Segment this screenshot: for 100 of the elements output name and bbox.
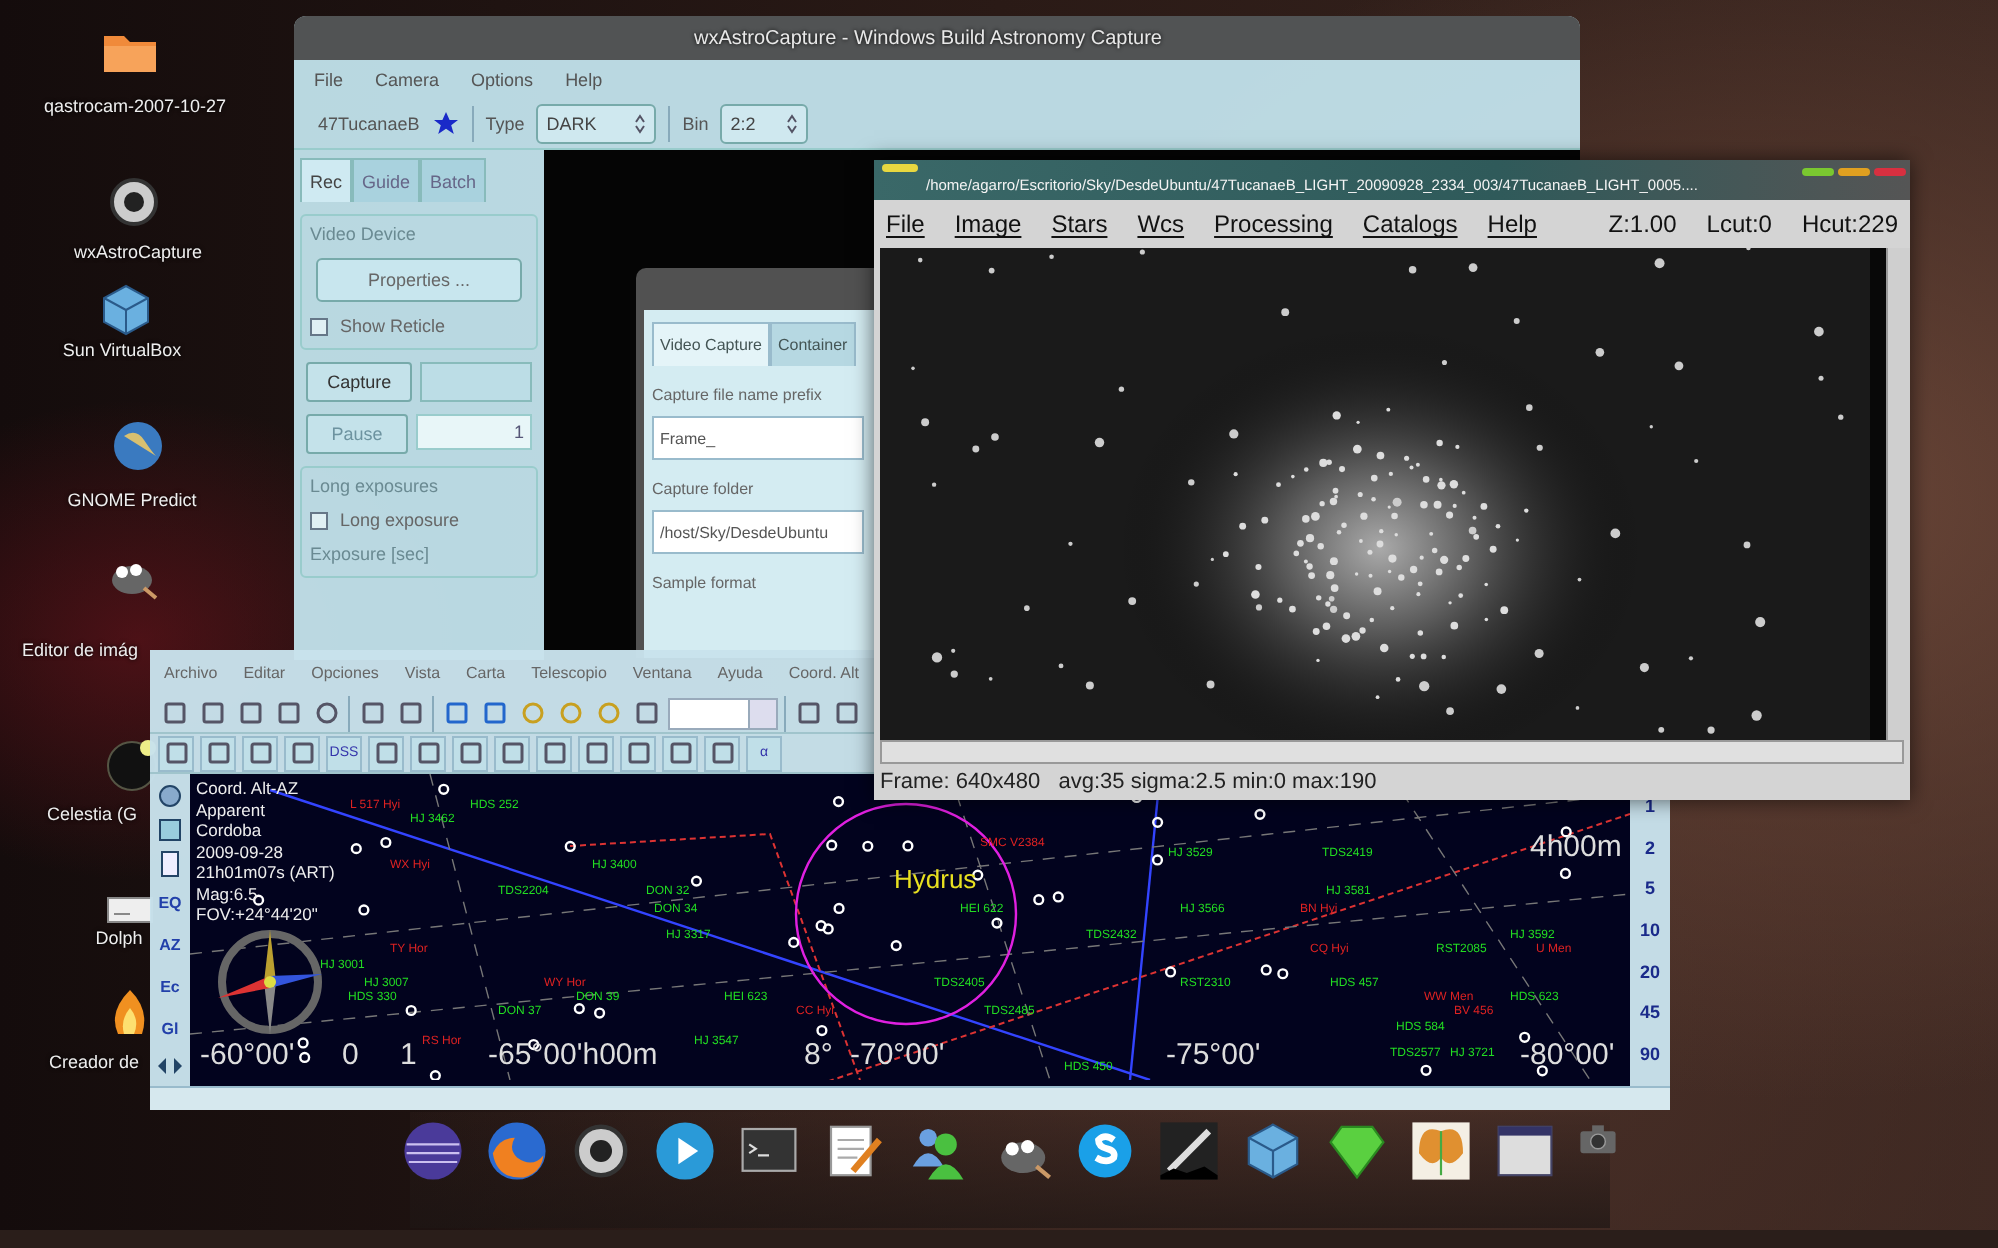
vertical-scrollbar[interactable] bbox=[1886, 248, 1910, 740]
fov-scale-button[interactable]: 5 bbox=[1644, 878, 1655, 899]
grid-label: -65°00'h00m bbox=[488, 1040, 658, 1070]
object-name: 47TucanaeB bbox=[318, 114, 420, 134]
checkbox-label: Long exposure bbox=[340, 510, 460, 530]
side-tool-button[interactable]: EQ bbox=[152, 884, 188, 920]
bin-spinner[interactable]: 2:2 bbox=[720, 104, 809, 144]
lcut-readout: Lcut:0 bbox=[1706, 210, 1772, 238]
capture-button[interactable]: Capture bbox=[306, 362, 413, 402]
side-tool-button[interactable]: Ec bbox=[152, 968, 188, 1004]
checkbox[interactable] bbox=[310, 511, 328, 529]
arrows-icon[interactable] bbox=[156, 1052, 184, 1080]
group-title: Long exposures bbox=[310, 476, 441, 496]
properties-button[interactable]: Properties ... bbox=[316, 258, 522, 302]
menu-item[interactable]: Stars bbox=[1051, 210, 1108, 238]
menu-item[interactable]: Image bbox=[954, 210, 1022, 238]
menu-item[interactable]: Processing bbox=[1214, 210, 1333, 238]
menu-item[interactable]: Ventana bbox=[632, 663, 692, 681]
dock-item[interactable] bbox=[652, 1118, 718, 1184]
fov-scale-button[interactable]: 20 bbox=[1639, 961, 1660, 982]
type-label: Type bbox=[485, 114, 525, 134]
checkbox[interactable] bbox=[310, 317, 328, 335]
horizontal-scrollbar[interactable] bbox=[150, 1086, 1670, 1110]
checkbox-label: Show Reticle bbox=[340, 316, 446, 336]
fov-scale-button[interactable]: 45 bbox=[1639, 1002, 1660, 1023]
field-label: Capture file name prefix bbox=[652, 386, 824, 404]
type-spinner[interactable]: DARK bbox=[536, 104, 657, 144]
fov-scale-button[interactable]: 90 bbox=[1639, 1043, 1660, 1064]
map-info-text: Coord. Alt-AZ bbox=[196, 778, 301, 799]
desktop-icon-label[interactable]: wxAstroCapture bbox=[60, 242, 216, 262]
tab[interactable]: Rec bbox=[300, 158, 353, 202]
document-icon[interactable] bbox=[156, 850, 184, 878]
grid-label: -80°00' bbox=[1520, 1040, 1615, 1070]
menu-item[interactable]: Vista bbox=[404, 663, 441, 681]
menu-item[interactable]: Options bbox=[471, 70, 534, 90]
folder-field[interactable]: /host/Sky/DesdeUbuntu bbox=[652, 510, 864, 554]
map-info-text: Mag:6.5 bbox=[196, 883, 260, 904]
desktop-icon-label[interactable]: Creador de bbox=[44, 1052, 144, 1072]
menu-item[interactable]: Telescopio bbox=[531, 663, 607, 681]
grid-label: 1 bbox=[400, 1040, 417, 1070]
desktop-icon-label[interactable]: qastrocam-2007-10-27 bbox=[44, 96, 224, 116]
horizontal-scrollbar[interactable] bbox=[880, 740, 1904, 764]
fov-scale-button[interactable]: 2 bbox=[1644, 837, 1655, 858]
menu-item[interactable]: Camera bbox=[375, 70, 440, 90]
comet-icon bbox=[1156, 1118, 1222, 1184]
dock-item[interactable] bbox=[484, 1118, 550, 1184]
field-label: Sample format bbox=[652, 574, 759, 592]
menu-item[interactable]: Wcs bbox=[1137, 210, 1185, 238]
menu-item[interactable]: Opciones bbox=[311, 663, 379, 681]
sphere-icon bbox=[400, 1118, 466, 1184]
status-text: Frame: 640x480 avg:35 sigma:2.5 min:0 max:190 bbox=[880, 770, 1377, 794]
desktop-icon-label[interactable]: GNOME Predict bbox=[60, 490, 204, 510]
menu-item[interactable]: Help bbox=[565, 70, 603, 90]
menu-item[interactable]: Catalogs bbox=[1362, 210, 1458, 238]
side-tool-button[interactable]: AZ bbox=[152, 926, 188, 962]
menu-item[interactable]: Archivo bbox=[164, 663, 218, 681]
prefix-field[interactable]: Frame_ bbox=[652, 416, 864, 460]
desktop-icon-label[interactable]: Dolph bbox=[92, 928, 146, 948]
globe-icon bbox=[108, 416, 168, 476]
dock-item[interactable] bbox=[1408, 1118, 1474, 1184]
grid-label: -60°00' bbox=[200, 1040, 295, 1070]
field-label: Capture folder bbox=[652, 480, 756, 498]
input-field[interactable] bbox=[420, 362, 532, 402]
webcam-icon bbox=[104, 172, 164, 232]
map-info-text: FOV:+24°44'20" bbox=[196, 904, 320, 925]
spin-arrows-icon bbox=[786, 114, 799, 134]
foxglobe-icon bbox=[484, 1118, 550, 1184]
side-tool-button[interactable]: Gl bbox=[152, 1010, 188, 1046]
desktop-icon-label[interactable]: Celestia (G bbox=[40, 804, 144, 824]
desktop-icon-label[interactable]: Editor de imág bbox=[16, 640, 144, 660]
field-label: Exposure [sec] bbox=[310, 544, 432, 564]
spin-arrows-icon bbox=[634, 114, 647, 134]
group-title: Video Device bbox=[310, 224, 418, 244]
map-info-text: Apparent bbox=[196, 799, 267, 820]
menu-item[interactable]: Coord. Alt bbox=[788, 663, 859, 681]
grid-label: 4h00m bbox=[1530, 832, 1622, 862]
photo-icon[interactable] bbox=[156, 816, 184, 844]
fov-scale-button[interactable]: 10 bbox=[1639, 919, 1660, 940]
frame-count-field[interactable]: 1 bbox=[416, 414, 532, 450]
dock-item[interactable] bbox=[1156, 1118, 1222, 1184]
grid-label: -75°00' bbox=[1166, 1040, 1261, 1070]
hcut-readout: Hcut:229 bbox=[1801, 210, 1898, 238]
menu-item[interactable]: Help bbox=[1487, 210, 1537, 238]
map-info-text: 21h01m07s (ART) bbox=[196, 862, 335, 883]
tab[interactable]: Video Capture bbox=[652, 322, 770, 366]
menu-item[interactable]: File bbox=[314, 70, 344, 90]
dock-item[interactable] bbox=[400, 1118, 466, 1184]
play-icon bbox=[652, 1118, 718, 1184]
menu-item[interactable]: Ayuda bbox=[717, 663, 763, 681]
grid-label: 0 bbox=[342, 1040, 359, 1070]
desktop-icon-label[interactable]: Sun VirtualBox bbox=[56, 340, 188, 360]
grid-label: 8° bbox=[804, 1040, 833, 1070]
menu-item[interactable]: Carta bbox=[466, 663, 506, 681]
fov-scale-button[interactable]: 1 bbox=[1644, 796, 1655, 817]
window-title: wxAstroCapture - Windows Build Astronomy Capture bbox=[694, 27, 1162, 49]
map-info-text: Cordoba bbox=[196, 820, 264, 841]
menu-item[interactable]: File bbox=[886, 210, 925, 238]
menu-item[interactable]: Editar bbox=[243, 663, 286, 681]
butterfly-icon bbox=[1408, 1118, 1474, 1184]
tab[interactable]: Container bbox=[770, 322, 856, 366]
